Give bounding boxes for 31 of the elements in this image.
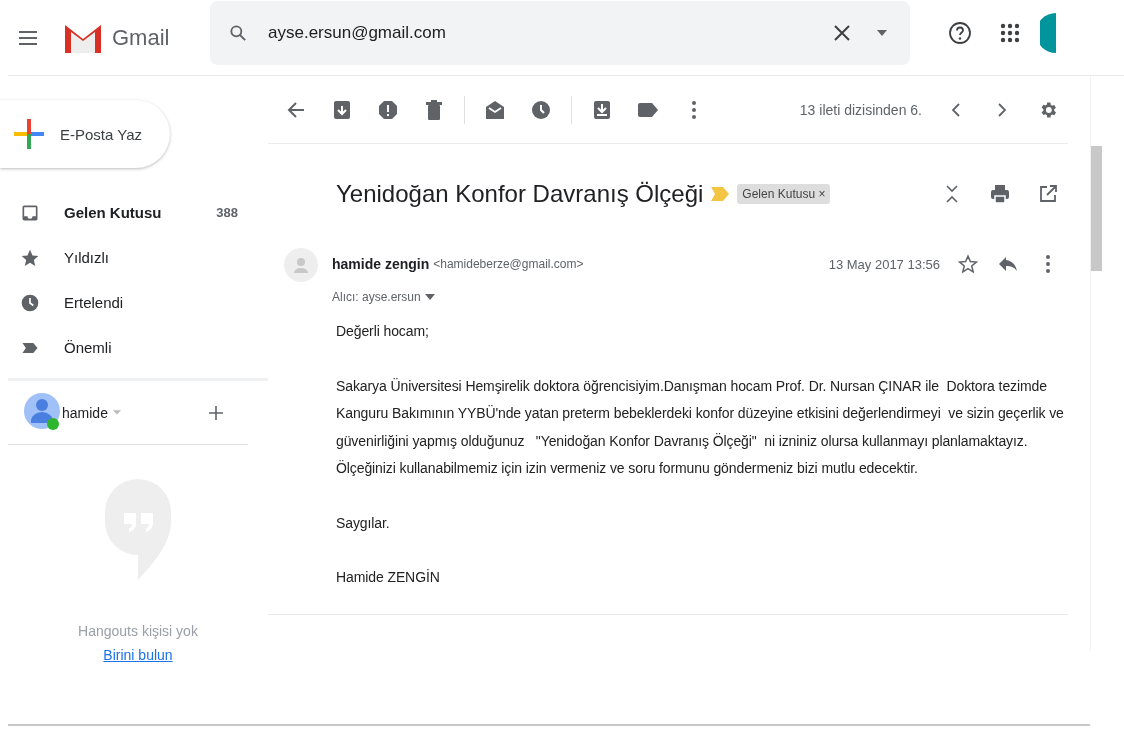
nav-item[interactable]: Ertelendi — [0, 280, 268, 325]
recipient-text: Alıcı: ayse.ersun — [332, 290, 421, 304]
nav-item[interactable]: Yıldızlı — [0, 235, 268, 280]
email-paragraph: Değerli hocam; — [336, 322, 430, 341]
account-avatar-icon[interactable] — [1040, 12, 1056, 53]
plus-icon — [12, 117, 46, 151]
user-avatar-icon[interactable] — [24, 392, 62, 433]
email-paragraph: Sakarya Üniversitesi Hemşirelik doktora öğrencisiyim.Danışman hocam Prof. Dr. Nursan ÇINAR ile Doktora tezimde Kanguru Bakımının YYBÜ'nde yatan preterm bebeklerdeki konfor düzeyine etkisini değerlendirmeyi ve sizin geçerlik ve güvenirliğini yapmış olduğunuz "Yenidoğan Konfor Davranış Ölçeği" ni izniniz olursa kullanmayı planlamaktayız. Ölçeğinizi kullanabilmemiz için izin vermeniz ve soru formunu göndermeniz bizi mutlu edecektir. — [336, 376, 1065, 478]
important-marker-icon[interactable] — [711, 187, 730, 201]
app-name: Gmail — [112, 24, 171, 51]
compose-button[interactable]: E-Posta Yaz — [0, 100, 170, 168]
email-paragraph: Saygılar. — [336, 513, 391, 533]
message-counter: 13 ileti dizisinden 6. — [799, 101, 922, 118]
nav-item[interactable]: Önemli — [0, 325, 268, 370]
label-chip[interactable]: Gelen Kutusu × — [737, 184, 831, 204]
email-date: 13 May 2017 13:56 — [828, 256, 940, 272]
user-name[interactable]: hamide — [62, 404, 108, 421]
clock-icon — [20, 292, 40, 313]
search-field[interactable]: ayse.ersun@gmail.com — [210, 0, 910, 65]
dropdown-icon[interactable] — [424, 294, 435, 300]
search-input[interactable]: ayse.ersun@gmail.com — [258, 21, 822, 44]
scrollbar-thumb[interactable] — [1091, 146, 1102, 271]
email-paragraph: Hamide ZENGİN — [336, 568, 441, 587]
sender-name: hamide zengin — [332, 256, 430, 272]
nav-item[interactable]: Gelen Kutusu 388 — [0, 190, 268, 235]
email-subject: Yenidoğan Konfor Davranış Ölçeği — [336, 180, 704, 208]
empty-contacts-text: Hangouts kişisi yok — [78, 623, 198, 639]
sender-avatar-icon — [284, 248, 318, 282]
sender-email: <hamideberze@gmail.com> — [433, 257, 584, 271]
add-icon[interactable] — [208, 404, 224, 421]
find-someone-link[interactable]: Birini bulun — [103, 647, 173, 663]
